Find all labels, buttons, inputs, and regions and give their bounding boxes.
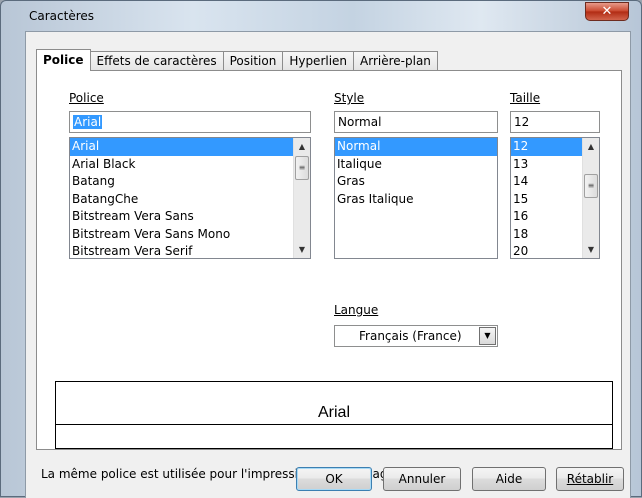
size-label-text: Taille: [510, 91, 541, 105]
font-list-item[interactable]: Batang: [70, 173, 310, 191]
style-label: Style: [334, 91, 364, 105]
font-list-item[interactable]: Bitstream Vera Sans: [70, 208, 310, 226]
tab-arriere-plan[interactable]: Arrière-plan: [353, 51, 438, 71]
tab-hyperlien[interactable]: Hyperlien: [282, 51, 355, 71]
language-label: Langue: [334, 303, 378, 317]
font-name-value: Arial: [73, 115, 103, 129]
font-list-scrollbar[interactable]: ▲ ≡ ▼: [293, 138, 310, 258]
style-input[interactable]: Normal: [334, 111, 498, 133]
dropdown-button[interactable]: ▼: [479, 327, 496, 345]
style-list[interactable]: Normal Italique Gras Gras Italique: [334, 137, 498, 259]
tab-effets-caracteres[interactable]: Effets de caractères: [89, 51, 224, 71]
language-select[interactable]: Français (France) ▼: [334, 325, 498, 347]
style-list-item[interactable]: Italique: [335, 156, 497, 174]
tab-position[interactable]: Position: [222, 51, 284, 71]
style-list-item[interactable]: Gras: [335, 173, 497, 191]
scroll-down-icon[interactable]: ▼: [583, 241, 599, 258]
font-list-item[interactable]: BatangChe: [70, 191, 310, 209]
font-list-item[interactable]: Bitstream Vera Sans Mono: [70, 226, 310, 244]
style-list-item[interactable]: Normal: [335, 138, 497, 156]
scroll-down-icon[interactable]: ▼: [294, 241, 310, 258]
scroll-thumb[interactable]: ≡: [584, 174, 598, 198]
police-tab-panel: Police Arial Arial Arial Black Batang Ba…: [36, 70, 622, 481]
style-label-text: Style: [334, 91, 365, 105]
font-label: Police: [69, 91, 104, 105]
chevron-down-icon: ▼: [484, 331, 491, 340]
language-value: Français (France): [359, 329, 462, 343]
cancel-button[interactable]: Annuler: [383, 467, 461, 491]
preview-sample: Arial: [316, 404, 351, 421]
language-label-text: Langue: [334, 303, 379, 317]
tab-police[interactable]: Police: [36, 49, 91, 71]
dialog-client-area: Police Effets de caractères Position Hyp…: [25, 31, 631, 498]
grip-icon: ≡: [298, 163, 306, 172]
size-label: Taille: [510, 91, 540, 105]
close-icon: ✕: [601, 4, 613, 19]
reset-label: Rétablir: [566, 472, 614, 486]
help-button[interactable]: Aide: [472, 467, 546, 491]
size-list-scrollbar[interactable]: ▲ ≡ ▼: [582, 138, 599, 258]
preview-baseline: [56, 424, 612, 425]
font-preview: Arial: [55, 381, 613, 449]
scroll-up-icon[interactable]: ▲: [294, 138, 310, 155]
font-label-text: Police: [69, 91, 104, 105]
scroll-thumb[interactable]: ≡: [295, 156, 309, 180]
dialog-window: Caractères ✕ Police Effets de caractères…: [0, 0, 642, 498]
font-name-input[interactable]: Arial: [69, 111, 311, 133]
title-bar[interactable]: Caractères ✕: [1, 1, 641, 31]
font-list-item[interactable]: Arial Black: [70, 156, 310, 174]
font-list-item[interactable]: Bitstream Vera Serif: [70, 243, 310, 258]
close-button[interactable]: ✕: [585, 2, 629, 21]
reset-button[interactable]: Rétablir: [556, 467, 624, 491]
font-list[interactable]: Arial Arial Black Batang BatangChe Bitst…: [69, 137, 311, 259]
preview-text: Arial: [56, 404, 612, 422]
size-input[interactable]: 12: [510, 111, 600, 133]
scroll-up-icon[interactable]: ▲: [583, 138, 599, 155]
size-list[interactable]: 12 13 14 15 16 18 20 ▲ ≡ ▼: [510, 137, 600, 259]
grip-icon: ≡: [587, 181, 595, 190]
style-list-item[interactable]: Gras Italique: [335, 191, 497, 209]
window-title: Caractères: [29, 9, 95, 23]
ok-button[interactable]: OK: [296, 467, 372, 491]
font-list-item[interactable]: Arial: [70, 138, 310, 156]
tab-strip: Police Effets de caractères Position Hyp…: [36, 49, 438, 71]
